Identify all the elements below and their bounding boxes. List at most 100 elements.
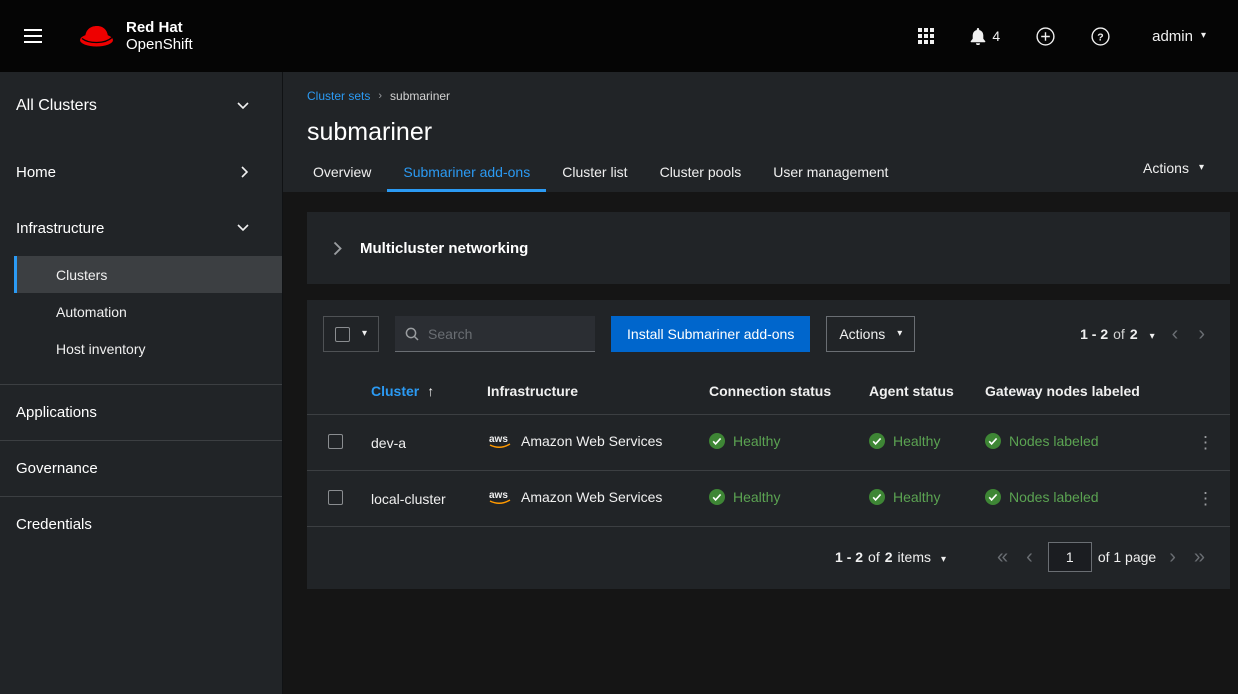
install-submariner-button[interactable]: Install Submariner add-ons	[611, 316, 810, 352]
redhat-openshift-logo: Red Hat OpenShift	[78, 19, 193, 54]
kebab-menu-button[interactable]: ⋮	[1189, 430, 1222, 455]
page-actions-dropdown[interactable]: Actions ▾	[1143, 160, 1204, 176]
pagination-of: of	[868, 549, 880, 565]
sidebar-item-clusters[interactable]: Clusters	[14, 256, 282, 293]
caret-down-icon: ▾	[362, 329, 367, 339]
caret-down-icon: ▾	[1150, 331, 1155, 342]
tab-content: Multicluster networking ▾ Install Submar…	[283, 192, 1238, 694]
cluster-name: local-cluster	[363, 471, 479, 527]
caret-down-icon: ▾	[1199, 163, 1204, 173]
sidebar-item-label: Home	[16, 164, 56, 181]
sidebar-item-applications[interactable]: Applications	[0, 384, 282, 440]
help-button[interactable]: ?	[1077, 17, 1124, 56]
column-header-infrastructure: Infrastructure	[479, 368, 701, 415]
actions-label: Actions	[839, 326, 885, 342]
sidebar-item-label: Automation	[56, 304, 127, 320]
row-checkbox-cell	[307, 471, 363, 527]
tab-cluster-pools[interactable]: Cluster pools	[644, 164, 758, 192]
infrastructure-value: aws Amazon Web Services	[487, 432, 662, 450]
menu-toggle-button[interactable]	[0, 29, 64, 43]
sidebar-item-credentials[interactable]: Credentials	[0, 496, 282, 552]
bulk-select-dropdown[interactable]: ▾	[323, 316, 379, 352]
table-row: local-cluster aws Amazon Web Services	[307, 471, 1230, 527]
sidebar-item-home[interactable]: Home	[0, 144, 282, 200]
bulk-select-checkbox[interactable]	[335, 327, 350, 342]
search-input[interactable]	[428, 326, 585, 342]
next-page-button[interactable]: ›	[1160, 545, 1185, 569]
connection-status-link[interactable]: Healthy	[709, 433, 780, 449]
check-circle-icon	[985, 433, 1001, 449]
sidebar-item-label: Infrastructure	[16, 220, 104, 237]
app-launcher-button[interactable]	[904, 18, 948, 54]
add-resource-button[interactable]	[1022, 17, 1069, 56]
infrastructure-cell: aws Amazon Web Services	[479, 415, 701, 471]
per-page-dropdown[interactable]: ▾	[1144, 327, 1161, 342]
breadcrumb-cluster-sets-link[interactable]: Cluster sets	[307, 89, 370, 103]
tab-overview[interactable]: Overview	[297, 164, 387, 192]
redhat-hat-icon	[78, 23, 116, 49]
pagination-total: 2	[1130, 326, 1138, 342]
current-page-input[interactable]	[1048, 542, 1092, 572]
agent-status-label: Healthy	[893, 489, 940, 505]
first-page-button[interactable]: «	[988, 545, 1017, 569]
connection-status-label: Healthy	[733, 433, 780, 449]
angle-right-icon	[333, 241, 342, 256]
pagination-range: 1 - 2	[835, 549, 863, 565]
top-pagination: 1 - 2 of 2 ▾ ‹ ›	[1080, 322, 1214, 346]
row-checkbox[interactable]	[328, 490, 343, 505]
actions-label: Actions	[1143, 160, 1189, 176]
main-content: Cluster sets › submariner submariner Act…	[283, 72, 1238, 694]
gateway-nodes-link[interactable]: Nodes labeled	[985, 433, 1099, 449]
tab-submariner-add-ons[interactable]: Submariner add-ons	[387, 164, 546, 192]
table-header-row: Cluster ↑ Infrastructure Connection stat…	[307, 368, 1230, 415]
agent-status-link[interactable]: Healthy	[869, 489, 940, 505]
plus-circle-icon	[1036, 27, 1055, 46]
infrastructure-value: aws Amazon Web Services	[487, 488, 662, 506]
sidebar-item-infrastructure[interactable]: Infrastructure	[0, 200, 282, 256]
sidebar-item-host-inventory[interactable]: Host inventory	[0, 330, 282, 367]
notifications-button[interactable]: 4	[956, 18, 1014, 55]
pagination-summary: 1 - 2 of 2	[1080, 326, 1138, 342]
check-circle-icon	[709, 433, 725, 449]
pagination-summary: 1 - 2 of 2 items	[835, 549, 931, 565]
notification-count-badge: 4	[992, 28, 1000, 44]
connection-status-link[interactable]: Healthy	[709, 489, 780, 505]
last-page-button[interactable]: »	[1185, 545, 1214, 569]
svg-text:?: ?	[1097, 31, 1103, 43]
sort-by-cluster-button[interactable]: Cluster ↑	[371, 383, 434, 399]
app-launcher-grid-icon	[918, 28, 934, 44]
sidebar-item-governance[interactable]: Governance	[0, 440, 282, 496]
per-page-dropdown[interactable]: ▾	[935, 550, 952, 565]
cluster-name: dev-a	[363, 415, 479, 471]
user-menu-dropdown[interactable]: admin ▾	[1146, 18, 1212, 55]
prev-page-button[interactable]: ‹	[1017, 545, 1042, 569]
table-toolbar: ▾ Install Submariner add-ons Actions ▾	[307, 316, 1230, 368]
check-circle-icon	[985, 489, 1001, 505]
agent-status-link[interactable]: Healthy	[869, 433, 940, 449]
perspective-switcher[interactable]: All Clusters	[0, 76, 282, 136]
next-page-button[interactable]: ›	[1189, 322, 1214, 346]
brand-openshift: OpenShift	[126, 36, 193, 53]
sidebar-item-automation[interactable]: Automation	[0, 293, 282, 330]
table-actions-dropdown[interactable]: Actions ▾	[826, 316, 915, 352]
tab-user-management[interactable]: User management	[757, 164, 904, 192]
tab-bar: Overview Submariner add-ons Cluster list…	[297, 164, 1214, 192]
multicluster-networking-expandable[interactable]: Multicluster networking	[307, 212, 1230, 284]
header-checkbox-cell	[307, 368, 363, 415]
gateway-nodes-cell: Nodes labeled	[977, 415, 1181, 471]
check-circle-icon	[869, 433, 885, 449]
pagination-items-label: items	[898, 549, 931, 565]
agent-status-cell: Healthy	[861, 471, 977, 527]
row-checkbox[interactable]	[328, 434, 343, 449]
row-actions-cell: ⋮	[1181, 471, 1230, 527]
sidebar-item-label: Applications	[16, 404, 97, 421]
prev-page-button[interactable]: ‹	[1163, 322, 1188, 346]
tab-cluster-list[interactable]: Cluster list	[546, 164, 643, 192]
sidebar-item-label: Host inventory	[56, 341, 145, 357]
gateway-nodes-link[interactable]: Nodes labeled	[985, 489, 1099, 505]
sidebar-item-label: Governance	[16, 460, 98, 477]
page-title: submariner	[307, 118, 1214, 147]
kebab-menu-button[interactable]: ⋮	[1189, 486, 1222, 511]
clusters-table: Cluster ↑ Infrastructure Connection stat…	[307, 368, 1230, 527]
table-row: dev-a aws Amazon Web Services H	[307, 415, 1230, 471]
